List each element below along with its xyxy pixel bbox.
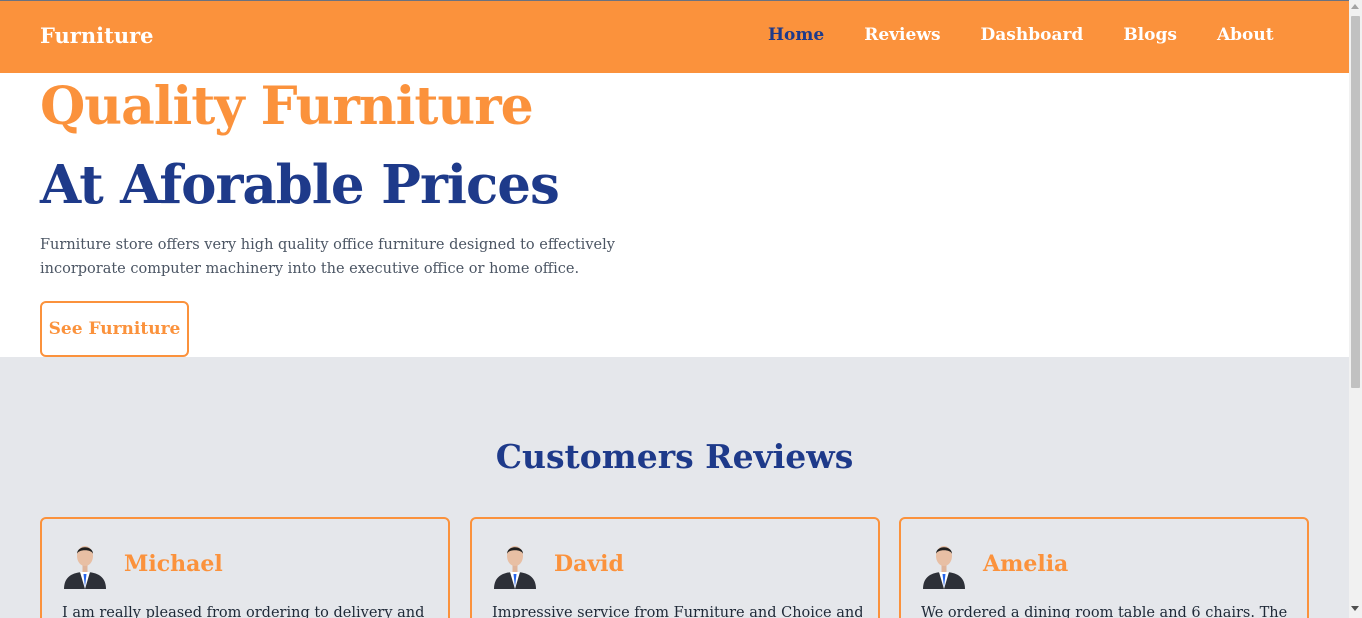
review-card-michael: Michael I am really pleased from orderin…	[40, 517, 450, 618]
review-text: We ordered a dining room table and 6 cha…	[921, 605, 1288, 618]
person-avatar-icon	[64, 546, 106, 589]
see-furniture-button[interactable]: See Furniture	[40, 301, 189, 357]
review-card-amelia: Amelia We ordered a dining room table an…	[899, 517, 1309, 618]
nav-links: Home Reviews Dashboard Blogs About	[768, 25, 1314, 45]
scroll-up-arrow-icon[interactable]	[1351, 4, 1359, 9]
navbar: Furniture Home Reviews Dashboard Blogs A…	[0, 0, 1349, 73]
nav-link-reviews[interactable]: Reviews	[864, 25, 940, 45]
hero-title-secondary: At Aforable Prices	[40, 154, 560, 216]
reviews-title: Customers Reviews	[495, 437, 854, 476]
hero-section: Quality Furniture At Aforable Prices Fur…	[0, 73, 1349, 357]
person-avatar-icon	[494, 546, 536, 589]
vertical-scrollbar[interactable]	[1349, 0, 1362, 618]
hero-description: Furniture store offers very high quality…	[40, 237, 615, 277]
person-avatar-icon	[923, 546, 965, 589]
brand-logo[interactable]: Furniture	[40, 23, 154, 48]
page: Furniture Home Reviews Dashboard Blogs A…	[0, 0, 1349, 618]
reviews-section: Customers Reviews Michael I am really pl…	[0, 357, 1349, 618]
reviewer-name: Amelia	[983, 551, 1069, 577]
scroll-down-arrow-icon[interactable]	[1351, 606, 1359, 611]
review-card-david: David Impressive service from Furniture …	[470, 517, 880, 618]
nav-link-home[interactable]: Home	[768, 25, 824, 45]
review-text: I am really pleased from ordering to del…	[62, 605, 425, 618]
scrollbar-thumb[interactable]	[1351, 16, 1360, 388]
reviewer-name: David	[554, 551, 624, 577]
reviewer-name: Michael	[124, 551, 223, 577]
nav-link-dashboard[interactable]: Dashboard	[981, 25, 1084, 45]
nav-link-about[interactable]: About	[1217, 25, 1274, 45]
review-text: Impressive service from Furniture and Ch…	[492, 605, 862, 618]
nav-link-blogs[interactable]: Blogs	[1123, 25, 1177, 45]
hero-title-primary: Quality Furniture	[40, 76, 534, 137]
